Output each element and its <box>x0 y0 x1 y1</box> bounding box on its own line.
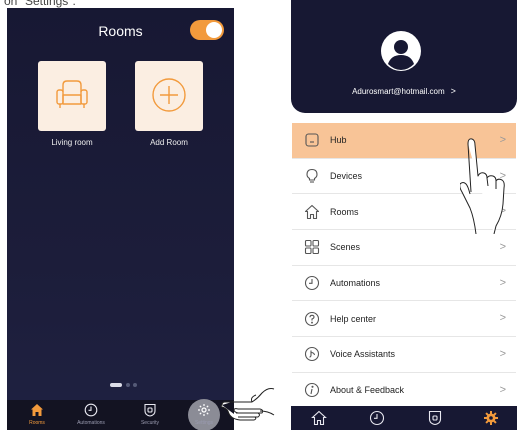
shield-icon[interactable] <box>427 410 443 426</box>
pointing-hand-icon <box>460 138 505 234</box>
info-icon <box>304 383 320 398</box>
bottom-nav <box>291 406 517 430</box>
clock-icon <box>84 403 98 417</box>
nav-automations[interactable]: Automations <box>66 400 116 430</box>
rooms-toggle[interactable] <box>190 20 224 40</box>
nav-label-automations: Automations <box>77 420 105 426</box>
rooms-screen: Rooms Living room Add Room Rooms Automat… <box>7 8 234 430</box>
add-room-button[interactable] <box>135 61 203 131</box>
home-icon <box>31 404 43 416</box>
caption-text: oh "Settings". <box>4 0 76 8</box>
menu-label: Help center <box>330 313 377 324</box>
menu-item-automations[interactable]: Automations > <box>292 266 516 302</box>
nav-label-security: Security <box>140 420 160 426</box>
email-text: Adurosmart@hotmail.com <box>352 87 445 96</box>
avatar <box>381 31 421 71</box>
chevron-right-icon: > <box>499 383 506 396</box>
toggle-knob <box>206 22 222 38</box>
chevron-right-icon: > <box>499 241 506 254</box>
nav-security[interactable]: Security <box>125 400 175 430</box>
menu-item-scenes[interactable]: Scenes > <box>292 230 516 266</box>
menu-label: Hub <box>330 135 347 146</box>
home-outline-icon <box>304 204 320 219</box>
chevron-right-icon: > <box>499 312 506 325</box>
scenes-grid-icon <box>304 240 320 255</box>
nav-rooms[interactable]: Rooms <box>12 400 62 430</box>
room-label-add-room: Add Room <box>150 138 188 147</box>
page-dot-active <box>110 383 122 387</box>
gear-icon[interactable] <box>483 410 499 426</box>
menu-item-help-center[interactable]: Help center > <box>292 301 516 338</box>
page-dot <box>133 383 137 387</box>
clock-icon[interactable] <box>369 410 385 426</box>
menu-label: Voice Assistants <box>330 349 396 360</box>
room-label-living-room: Living room <box>51 138 93 147</box>
chevron-right-icon: > <box>499 348 506 361</box>
page-dot <box>126 383 130 387</box>
plus-circle-icon <box>152 78 186 112</box>
clock-icon <box>304 276 320 291</box>
hub-icon <box>305 133 319 147</box>
room-card-living-room[interactable] <box>38 61 106 131</box>
menu-item-about-feedback[interactable]: About & Feedback > <box>292 373 516 409</box>
nav-label-rooms: Rooms <box>29 420 45 426</box>
profile-header[interactable]: Adurosmart@hotmail.com > <box>291 0 517 113</box>
pointing-hand-icon <box>220 388 275 421</box>
menu-label: Devices <box>330 171 363 182</box>
help-icon <box>304 311 320 326</box>
rooms-header: Rooms <box>7 20 234 44</box>
voice-icon <box>304 347 320 362</box>
menu-label: About & Feedback <box>330 385 405 396</box>
bottom-nav: Rooms Automations Security Settings <box>7 399 234 430</box>
account-email[interactable]: Adurosmart@hotmail.com > <box>291 86 517 96</box>
shield-icon <box>144 403 156 417</box>
menu-label: Scenes <box>330 242 361 253</box>
email-chevron-icon: > <box>450 86 456 96</box>
menu-item-voice-assistants[interactable]: Voice Assistants > <box>292 337 516 373</box>
home-icon[interactable] <box>311 410 327 426</box>
menu-label: Automations <box>330 278 381 289</box>
menu-label: Rooms <box>330 206 359 217</box>
lightbulb-icon <box>306 168 318 183</box>
armchair-icon <box>56 80 88 108</box>
chevron-right-icon: > <box>499 276 506 289</box>
